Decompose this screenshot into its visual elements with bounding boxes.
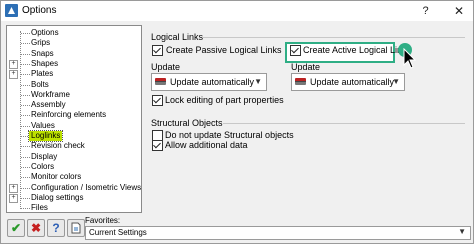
- chevron-down-icon: ▼: [392, 77, 400, 86]
- allow-additional-data-label: Allow additional data: [165, 140, 248, 150]
- passive-links-label: Create Passive Logical Links: [166, 45, 282, 55]
- tree-item[interactable]: + Shapes: [7, 59, 141, 69]
- favorites-value: Current Settings: [89, 228, 147, 237]
- tree-item[interactable]: Assembly: [7, 100, 141, 110]
- tree-item[interactable]: Revision check: [7, 141, 141, 151]
- help-titlebar-button[interactable]: ?: [413, 1, 438, 21]
- window-title: Options: [22, 5, 57, 16]
- options-tree[interactable]: Options Grips Snaps + Shapes + Plates Bolts Work…: [6, 25, 142, 213]
- help-button[interactable]: ?: [47, 219, 65, 237]
- expand-icon[interactable]: +: [9, 70, 18, 80]
- tree-item-label: Display: [31, 151, 58, 161]
- tree-branch-line: [21, 177, 30, 179]
- tree-item-label: Colors: [31, 161, 55, 171]
- tree-item[interactable]: Grips: [7, 38, 141, 48]
- tree-item[interactable]: + Configuration / Isometric Views: [7, 183, 141, 193]
- tree-item-label: Plates: [31, 69, 54, 79]
- logical-links-heading: Logical Links: [151, 32, 204, 42]
- no-update-structural-label: Do not update Structural objects: [165, 130, 294, 140]
- tree-item[interactable]: Monitor colors: [7, 172, 141, 182]
- tree-item-label: Snaps: [31, 48, 54, 58]
- document-icon: [71, 222, 81, 234]
- ok-button[interactable]: ✔: [7, 219, 25, 237]
- tree-item-label: Grips: [31, 38, 51, 48]
- cancel-button[interactable]: ✖: [27, 219, 45, 237]
- tree-item-label: Shapes: [31, 58, 59, 68]
- tree-item-label: Bolts: [31, 79, 49, 89]
- tree-branch-line: [21, 146, 30, 148]
- tree-item-label: Reinforcing elements: [31, 110, 107, 120]
- lock-editing-checkbox[interactable]: [152, 95, 163, 106]
- tree-branch-line: [21, 74, 30, 76]
- chevron-down-icon: ▼: [458, 227, 466, 236]
- tree-item[interactable]: Values: [7, 121, 141, 131]
- tree-item[interactable]: Options: [7, 28, 141, 38]
- tree-item-label: Revision check: [31, 141, 85, 151]
- group-divider: [203, 37, 465, 38]
- update-left-label: Update: [151, 62, 181, 72]
- tree-item-label: Configuration / Isometric Views: [31, 182, 142, 192]
- mouse-pointer-icon: [403, 48, 417, 69]
- active-links-label: Create Active Logical Links: [303, 45, 412, 55]
- group-divider: [223, 123, 465, 124]
- tree-item[interactable]: Snaps: [7, 49, 141, 59]
- options-window: Options ? ✕ Options Grips Snaps + Shapes + Pla…: [0, 0, 474, 244]
- active-links-checkbox[interactable]: [290, 45, 301, 56]
- update-right-select[interactable]: Update automatically ▼: [291, 73, 405, 91]
- tree-branch-line: [21, 187, 30, 189]
- tree-item-label: Files: [31, 203, 48, 213]
- tree-branch-line: [21, 84, 30, 86]
- tree-item[interactable]: + Dialog settings: [7, 193, 141, 203]
- tree-branch-line: [21, 94, 30, 96]
- structural-heading: Structural Objects: [151, 118, 223, 128]
- tree-item[interactable]: Files: [7, 203, 141, 213]
- expand-icon[interactable]: +: [9, 183, 18, 193]
- tree-item[interactable]: Reinforcing elements: [7, 110, 141, 120]
- tree-branch-line: [21, 33, 30, 34]
- passive-links-checkbox[interactable]: [152, 45, 163, 56]
- update-icon: [295, 78, 306, 85]
- tree-branch-line: [21, 105, 30, 107]
- tree-item-label: Options: [31, 28, 59, 37]
- save-favorites-button[interactable]: [67, 219, 85, 237]
- tree-item-label: Loglinks: [27, 130, 64, 142]
- favorites-select[interactable]: Current Settings ▼: [85, 226, 471, 240]
- tree-item[interactable]: Loglinks: [7, 130, 141, 142]
- close-button[interactable]: ✕: [445, 1, 473, 21]
- update-right-value: Update automatically: [310, 77, 395, 87]
- tree-branch-line: [21, 53, 30, 55]
- tree-item[interactable]: + Plates: [7, 69, 141, 80]
- tree-branch-line: [21, 125, 30, 127]
- update-left-select[interactable]: Update automatically ▼: [151, 73, 267, 91]
- app-icon: [5, 4, 18, 17]
- tree-item-label: Assembly: [31, 100, 66, 110]
- tree-item-label: Workframe: [31, 89, 70, 99]
- lock-editing-label: Lock editing of part properties: [165, 95, 284, 105]
- tree-branch-line: [21, 166, 30, 168]
- expand-icon[interactable]: +: [9, 193, 18, 203]
- tree-item[interactable]: Bolts: [7, 80, 141, 90]
- title-bar: Options ? ✕: [1, 1, 473, 21]
- tree-branch-line: [21, 208, 30, 210]
- chevron-down-icon: ▼: [254, 77, 262, 86]
- allow-additional-data-checkbox[interactable]: [152, 140, 163, 151]
- tree-branch-line: [21, 197, 30, 199]
- tree-branch-line: [21, 43, 30, 45]
- tree-item-label: Monitor colors: [31, 172, 82, 182]
- tree-branch-line: [21, 156, 30, 158]
- tree-item[interactable]: Display: [7, 152, 141, 162]
- expand-icon[interactable]: +: [9, 59, 18, 69]
- update-icon: [155, 78, 166, 85]
- tree-item[interactable]: Colors: [7, 162, 141, 172]
- tree-branch-line: [21, 115, 30, 117]
- tree-item[interactable]: Workframe: [7, 90, 141, 100]
- tree-item-label: Values: [31, 120, 55, 130]
- update-right-label: Update: [291, 62, 321, 72]
- update-left-value: Update automatically: [170, 77, 255, 87]
- tree-branch-line: [21, 63, 30, 65]
- favorites-label: Favorites:: [85, 216, 121, 225]
- tree-item-label: Dialog settings: [31, 192, 84, 202]
